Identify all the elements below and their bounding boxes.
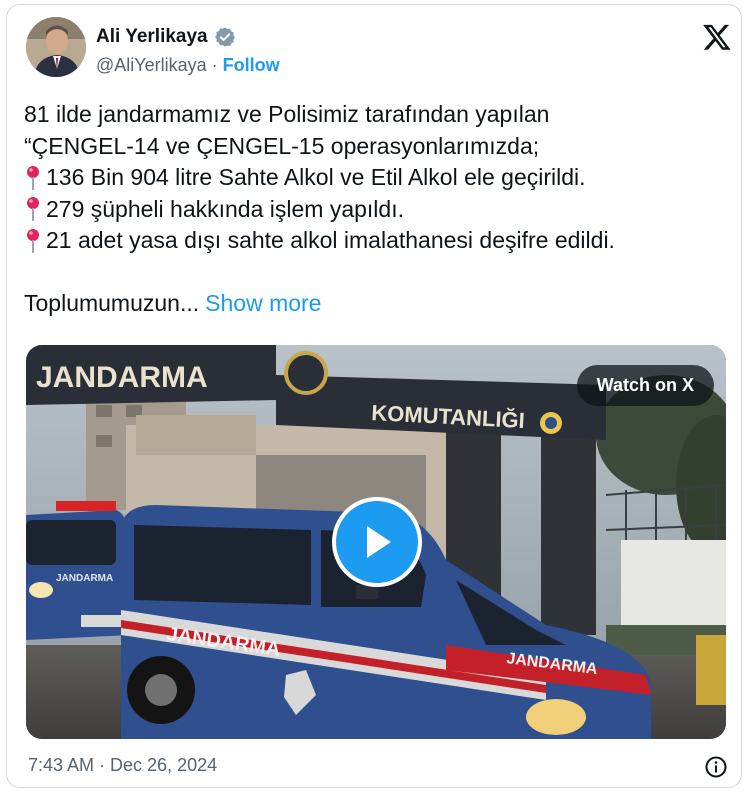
tweet-line: Toplumumuzun... Show more xyxy=(24,288,724,320)
tweet-line: 21 adet yasa dışı sahte alkol imalathane… xyxy=(24,225,724,257)
separator-dot: · xyxy=(211,55,218,75)
truncated-text: Toplumumuzun... xyxy=(24,290,200,316)
play-button[interactable] xyxy=(332,497,422,587)
sign-left-text: JANDARMA xyxy=(36,361,208,394)
video-player[interactable]: JANDARMA KOMUTANLIĞI JANDARMA JANDARMA J… xyxy=(26,345,726,739)
watch-on-x-button[interactable]: Watch on X xyxy=(576,365,714,406)
tweet-line: 279 şüpheli hakkında işlem yapıldı. xyxy=(24,194,724,226)
author-name-row: Ali Yerlikaya xyxy=(96,26,236,48)
play-icon xyxy=(367,526,391,558)
tweet-line: “ÇENGEL-14 ve ÇENGEL-15 operasyonlarımız… xyxy=(24,132,540,159)
tweet-line: 81 ilde jandarmamız ve Polisimiz tarafın… xyxy=(24,101,550,127)
tweet-text: 81 ilde jandarmamız ve Polisimiz tarafın… xyxy=(24,99,724,320)
info-icon[interactable] xyxy=(704,755,728,779)
show-more-link[interactable]: Show more xyxy=(205,288,321,320)
tweet-timestamp[interactable]: 7:43 AM · Dec 26, 2024 xyxy=(28,755,217,776)
pushpin-icon xyxy=(27,197,39,222)
author-handle[interactable]: @AliYerlikaya xyxy=(96,55,207,76)
tweet-line: 136 Bin 904 litre Sahte Alkol ve Etil Al… xyxy=(24,162,724,194)
x-logo-icon[interactable] xyxy=(702,22,732,52)
small-van-text: JANDARMA xyxy=(56,573,113,584)
author-name[interactable]: Ali Yerlikaya xyxy=(96,26,208,48)
avatar[interactable] xyxy=(26,17,86,77)
follow-button[interactable]: Follow xyxy=(223,55,280,76)
pushpin-icon xyxy=(27,165,39,190)
pushpin-icon xyxy=(27,228,39,253)
author-handle-row: @AliYerlikaya · Follow xyxy=(96,55,280,76)
verified-badge-icon xyxy=(214,27,235,47)
avatar-image xyxy=(26,17,86,77)
